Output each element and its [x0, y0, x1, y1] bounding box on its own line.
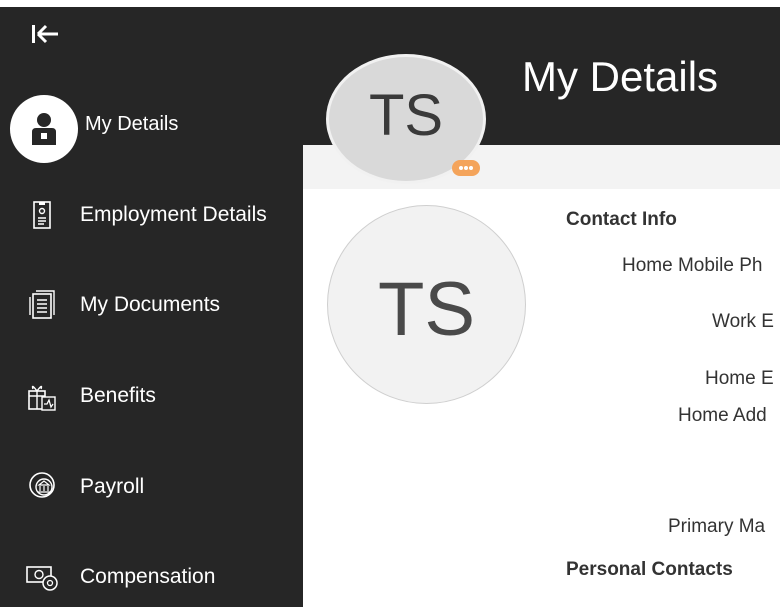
sidebar-item-my-details[interactable]: My Details: [0, 95, 303, 163]
profile-avatar: TS: [327, 205, 526, 404]
bank-coin-icon: [29, 472, 55, 498]
avatar-initials: TS: [368, 83, 444, 148]
collapse-left-icon: [32, 24, 58, 44]
field-label-work-email: Work E: [712, 311, 774, 332]
sidebar-item-label: Payroll: [80, 475, 145, 498]
sidebar-item-compensation[interactable]: Compensation: [0, 552, 303, 602]
sidebar: My Details Employment Details My Documen…: [0, 7, 303, 607]
field-label-primary-mailing: Primary Ma: [668, 516, 766, 537]
ellipsis-dot: [469, 166, 473, 170]
sidebar-item-label: Compensation: [80, 565, 216, 588]
sidebar-item-my-documents[interactable]: My Documents: [0, 280, 303, 330]
sidebar-item-employment-details[interactable]: Employment Details: [0, 190, 303, 240]
field-label-home-email: Home E: [705, 368, 774, 389]
sidebar-item-payroll[interactable]: Payroll: [0, 462, 303, 512]
personal-contacts-heading: Personal Contacts: [566, 559, 733, 580]
collapse-sidebar-button[interactable]: [22, 21, 62, 47]
id-card-icon: [33, 201, 51, 229]
page-title: My Details: [522, 53, 719, 100]
money-gear-icon: [26, 566, 58, 591]
sidebar-item-label: My Documents: [80, 293, 221, 316]
field-label-home-address: Home Add: [678, 405, 767, 426]
avatar-initials: TS: [377, 267, 476, 352]
sidebar-item-label: My Details: [85, 113, 179, 135]
person-badge-icon: [32, 113, 56, 145]
sidebar-item-label: Benefits: [80, 384, 156, 407]
active-indicator: [10, 95, 78, 163]
avatar-more-button[interactable]: [452, 160, 480, 176]
sidebar-item-label: Employment Details: [80, 203, 267, 226]
top-margin: [0, 0, 780, 7]
sidebar-item-benefits[interactable]: Benefits: [0, 371, 303, 421]
documents-icon: [29, 290, 55, 319]
contact-info-heading: Contact Info: [566, 209, 677, 230]
field-label-home-mobile-phone: Home Mobile Ph: [622, 255, 763, 276]
ellipsis-dot: [459, 166, 463, 170]
gift-health-icon: [28, 385, 56, 411]
ellipsis-dot: [464, 166, 468, 170]
